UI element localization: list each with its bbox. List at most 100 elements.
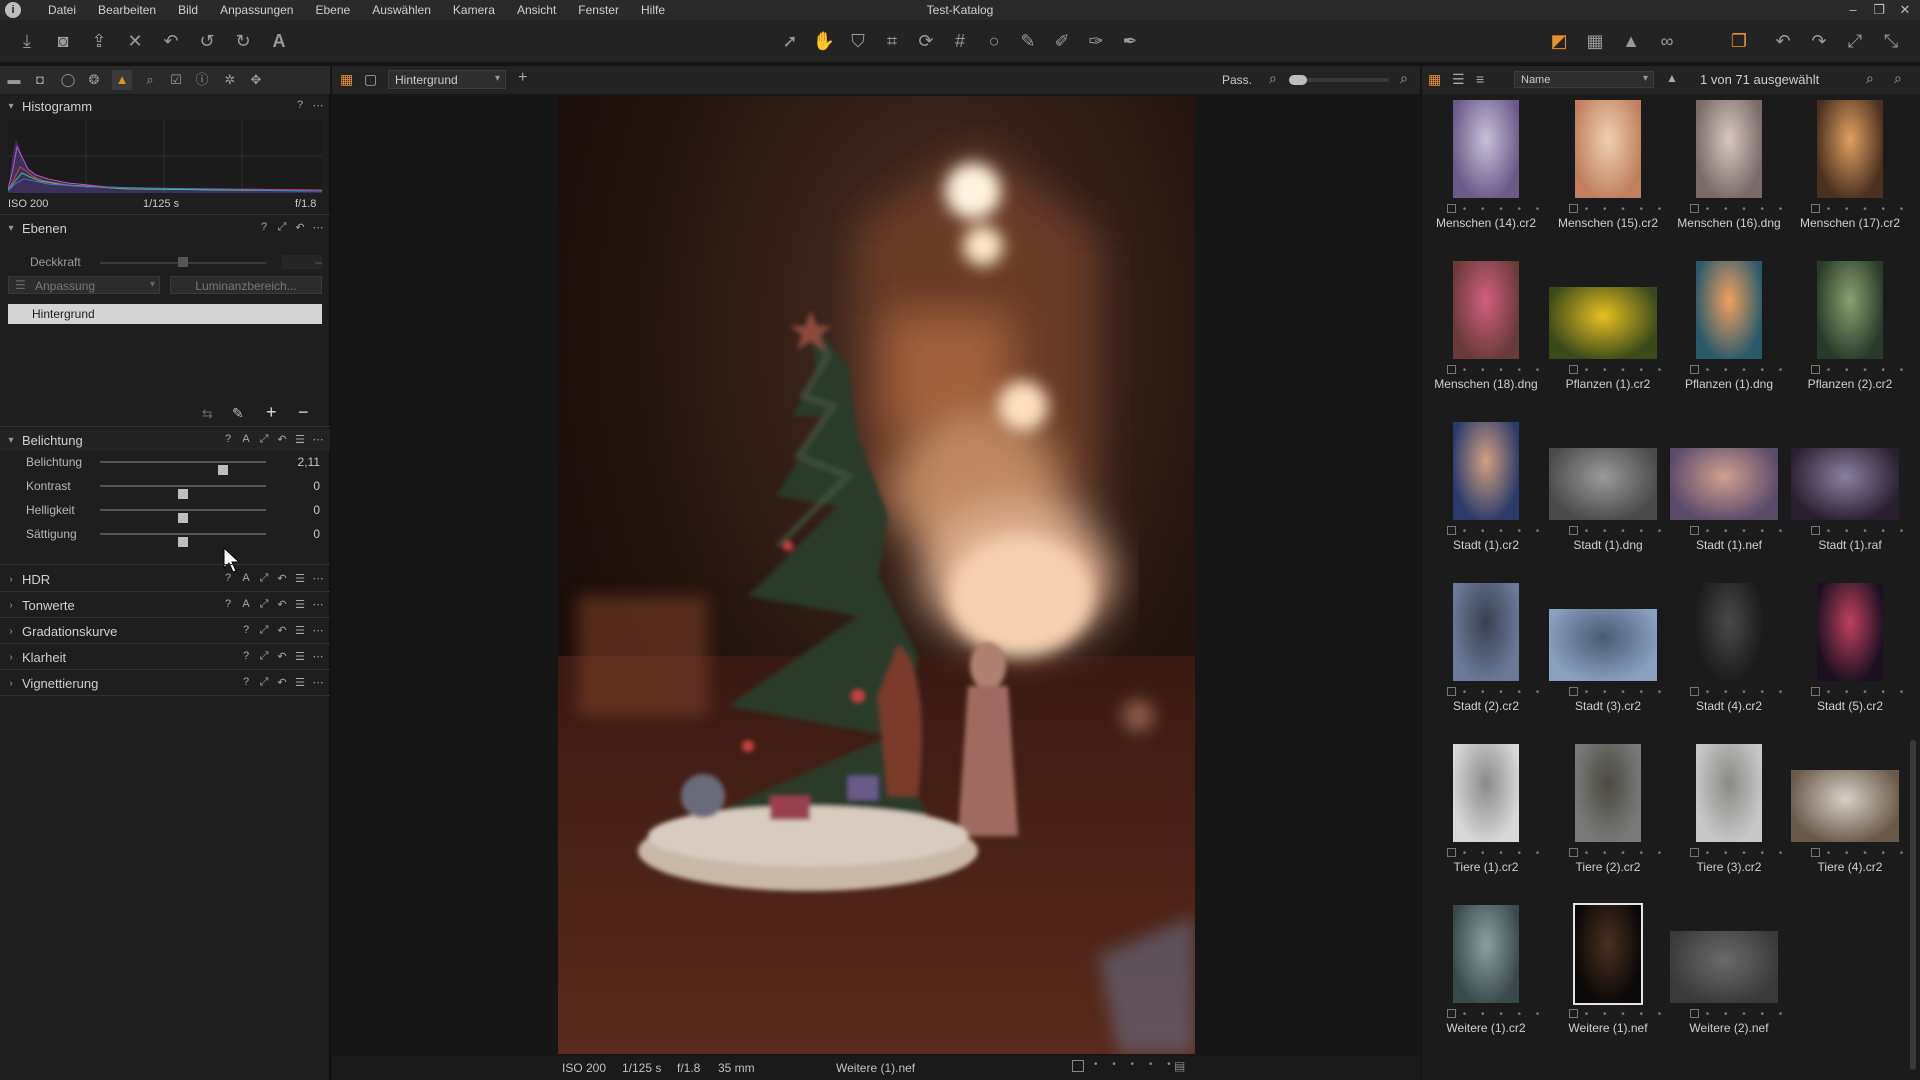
copy-icon[interactable]: ⤢ (258, 433, 270, 446)
menu-ebene[interactable]: Ebene (304, 3, 361, 17)
contrast-value[interactable]: 0 (280, 479, 320, 493)
grid-overlay-icon[interactable]: ▦ (1582, 28, 1608, 54)
thumbnail-rating[interactable]: • • • • • (1808, 526, 1920, 538)
thumbnail-rating[interactable]: • • • • • (1566, 204, 1686, 216)
menu-bild[interactable]: Bild (167, 3, 209, 17)
thumbnail-image[interactable] (1791, 770, 1899, 842)
thumbnail-image[interactable] (1453, 744, 1519, 842)
stack-icon[interactable]: ❐ (1726, 28, 1752, 54)
layer-options-icon[interactable]: ⇆ (202, 406, 213, 422)
saturation-slider-track[interactable] (100, 533, 266, 547)
reset-icon[interactable]: ↶ (294, 221, 306, 234)
thumbnail-cell[interactable]: • • • • • Tiere (3).cr2 (1669, 744, 1789, 904)
menu-kamera[interactable]: Kamera (442, 3, 506, 17)
expand-icon[interactable]: ⤢ (1842, 28, 1868, 54)
minimize-button[interactable]: – (1842, 2, 1864, 17)
thumbnail-rating[interactable]: • • • • • (1808, 687, 1920, 699)
menu-anpassungen[interactable]: Anpassungen (209, 3, 304, 17)
eraser-icon[interactable]: ✒ (1117, 28, 1143, 54)
capture-icon[interactable]: ◙ (50, 28, 76, 54)
thumbnail-rating[interactable]: • • • • • (1444, 1009, 1564, 1021)
color-tab-icon[interactable]: ❂ (84, 70, 104, 90)
help-icon[interactable]: ? (294, 99, 306, 112)
thumbnail-rating[interactable]: • • • • • (1566, 365, 1686, 377)
contrast-slider-track[interactable] (100, 485, 266, 499)
thumbnail-rating[interactable]: • • • • • (1566, 687, 1686, 699)
thumbnail-image[interactable] (1817, 583, 1883, 681)
thumbnail-image[interactable] (1453, 100, 1519, 198)
thumbnail-rating[interactable]: • • • • • (1808, 365, 1920, 377)
thumbnail-image[interactable] (1817, 261, 1883, 359)
reset-icon[interactable]: ↶ (158, 28, 184, 54)
lens-tab-icon[interactable]: ◯ (58, 70, 78, 90)
help-icon[interactable]: ? (258, 221, 270, 234)
gradient-icon[interactable]: ✑ (1083, 28, 1109, 54)
warning-icon[interactable]: ▲ (1618, 28, 1644, 54)
thumbnail-image[interactable] (1549, 448, 1657, 520)
adjustment-layer-dropdown[interactable]: Anpassung ☰ ▾ (8, 276, 160, 294)
help-icon[interactable]: ? (240, 624, 252, 637)
exposure-slider-thumb[interactable] (217, 465, 228, 475)
zoom-fit-label[interactable]: Pass. (1222, 73, 1252, 87)
thumbnail-rating[interactable]: • • • • • (1687, 204, 1807, 216)
brightness-slider-thumb[interactable] (178, 513, 188, 523)
rotate-left-icon[interactable]: ↶ (1770, 28, 1796, 54)
reset-icon[interactable]: ↶ (276, 433, 288, 446)
undo-icon[interactable]: ↺ (194, 28, 220, 54)
remove-layer-icon[interactable]: − (298, 402, 309, 423)
thumbnail-cell[interactable]: • • • • • Stadt (1).raf (1790, 422, 1910, 582)
exposure-slider-track[interactable] (100, 461, 266, 475)
thumbnail-cell[interactable]: • • • • • Weitere (1).cr2 (1426, 905, 1546, 1065)
more-icon[interactable]: ⋯ (312, 221, 324, 234)
thumbnail-rating[interactable]: • • • • • (1687, 365, 1807, 377)
menu-auswaehlen[interactable]: Auswählen (361, 3, 442, 17)
exposure-value[interactable]: 2,11 (280, 455, 320, 469)
help-icon[interactable]: ? (240, 650, 252, 663)
exposure-section-header[interactable]: ▾ Belichtung ? A ⤢ ↶ ☰ ⋯ (0, 429, 330, 451)
sort-select[interactable]: Name ▾ (1514, 71, 1654, 88)
thumbnail-cell[interactable]: • • • • • Pflanzen (1).dng (1669, 261, 1789, 421)
redo-icon[interactable]: ↻ (230, 28, 256, 54)
thumbnail-cell[interactable]: • • • • • Pflanzen (1).cr2 (1548, 261, 1668, 421)
thumbnail-cell[interactable]: • • • • • Stadt (1).dng (1548, 422, 1668, 582)
footer-select-checkbox[interactable] (1072, 1060, 1084, 1072)
zoom-out-icon[interactable]: ⌕ (1269, 70, 1277, 87)
thumbnail-rating[interactable]: • • • • • (1444, 365, 1564, 377)
saturation-value[interactable]: 0 (280, 527, 320, 541)
copy-icon[interactable]: ⤢ (276, 221, 288, 234)
thumbnail-image[interactable] (1453, 905, 1519, 1003)
multi-view-icon[interactable]: ▦ (340, 71, 353, 88)
thumbnail-rating[interactable]: • • • • • (1444, 848, 1564, 860)
thumbnail-image[interactable] (1575, 744, 1641, 842)
browser-scrollbar[interactable] (1910, 740, 1916, 1070)
footer-rating[interactable]: • • • • • (1094, 1059, 1177, 1070)
collapse-icon[interactable]: ⤡ (1878, 28, 1904, 54)
thumbnail-rating[interactable]: • • • • • (1566, 526, 1686, 538)
exposure-tab-icon[interactable]: ▲ (112, 70, 132, 90)
output-tab-icon[interactable]: ✲ (220, 70, 240, 90)
thumbnail-cell[interactable]: • • • • • Stadt (4).cr2 (1669, 583, 1789, 743)
thumbnail-cell[interactable]: • • • • • Tiere (2).cr2 (1548, 744, 1668, 904)
thumbnail-rating[interactable]: • • • • • (1808, 848, 1920, 860)
thumbnail-rating[interactable]: • • • • • (1566, 848, 1686, 860)
auto-adjust-icon[interactable]: A (266, 28, 292, 54)
clarity-section-header[interactable]: › Klarheit ? ⤢ ↶ ☰ ⋯ (0, 646, 330, 668)
auto-icon[interactable]: A (240, 598, 252, 611)
filter-icon[interactable]: ⌕ (1866, 70, 1874, 87)
layer-select[interactable]: Hintergrund ▾ (388, 70, 506, 89)
thumbnail-image[interactable] (1549, 287, 1657, 359)
brush-icon[interactable]: ✐ (1049, 28, 1075, 54)
keystone-icon[interactable]: # (947, 28, 973, 54)
pan-hand-icon[interactable]: ✋ (811, 28, 837, 54)
thumbnail-cell[interactable]: • • • • • Menschen (18).dng (1426, 261, 1546, 421)
thumbnail-cell[interactable]: • • • • • Weitere (2).nef (1669, 905, 1789, 1065)
brush-layer-icon[interactable]: ✎ (232, 405, 244, 422)
add-layer-icon[interactable]: + (518, 69, 527, 87)
more-icon[interactable]: ⋯ (312, 99, 324, 112)
presets-icon[interactable]: ☰ (294, 433, 306, 446)
thumbnail-rating[interactable]: • • • • • (1687, 526, 1807, 538)
thumbnail-cell[interactable]: • • • • • Stadt (1).cr2 (1426, 422, 1546, 582)
thumbnail-cell[interactable]: • • • • • Stadt (5).cr2 (1790, 583, 1910, 743)
brightness-value[interactable]: 0 (280, 503, 320, 517)
select-cursor-icon[interactable]: ➚ (777, 28, 803, 54)
